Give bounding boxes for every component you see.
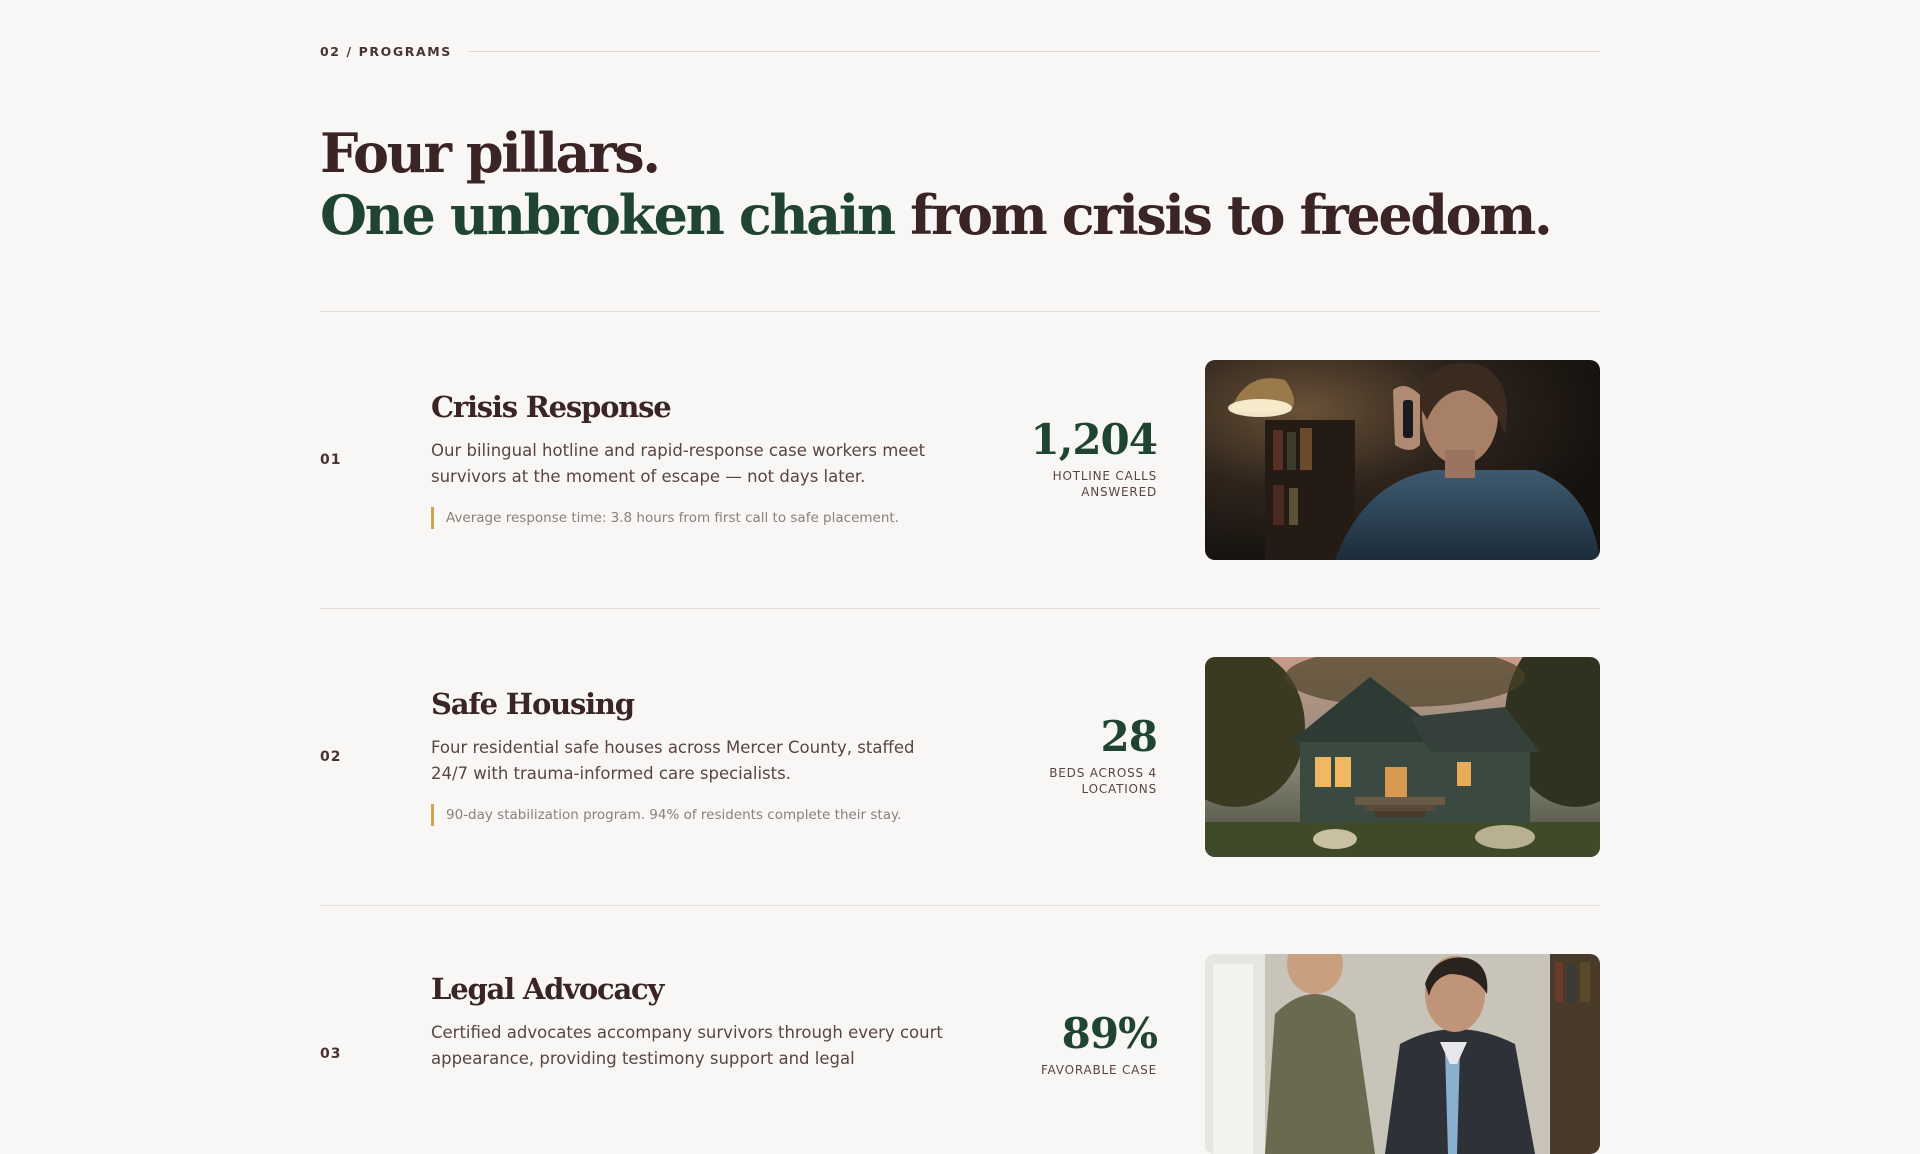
headline-accent: One unbroken chain xyxy=(320,183,896,247)
divider xyxy=(320,905,1600,906)
program-stat: 89% FAVORABLE CASE xyxy=(957,1009,1158,1078)
stat-value: 89% xyxy=(1061,1009,1158,1058)
headline-line-2: One unbroken chain from crisis to freedo… xyxy=(320,184,1600,246)
divider xyxy=(320,608,1600,609)
stat-label-line-1: BEDS ACROSS 4 xyxy=(1049,766,1157,780)
program-title: Legal Advocacy xyxy=(431,972,664,1006)
program-crisis-response: 01 Crisis Response Our bilingual hotline… xyxy=(320,360,1600,560)
program-title: Safe Housing xyxy=(431,687,635,721)
stat-value: 1,204 xyxy=(1030,415,1158,464)
legal-advocates-photo xyxy=(1205,954,1600,1154)
program-stat: 28 BEDS ACROSS 4 LOCATIONS xyxy=(957,712,1158,797)
program-number: 01 xyxy=(320,452,342,468)
woman-on-phone-photo xyxy=(1205,360,1600,560)
section-eyebrow: 02 / PROGRAMS xyxy=(320,44,1600,59)
program-legal-advocacy: 03 Legal Advocacy Certified advocates ac… xyxy=(320,954,1600,1154)
eyebrow-label: 02 / PROGRAMS xyxy=(320,44,452,59)
program-note: Average response time: 3.8 hours from fi… xyxy=(431,507,899,529)
safe-house-photo xyxy=(1205,657,1600,857)
section-headline: Four pillars. One unbroken chain from cr… xyxy=(320,122,1600,246)
stat-label-line-2: LOCATIONS xyxy=(1081,782,1157,796)
stat-value: 28 xyxy=(1100,712,1158,761)
program-description: Four residential safe houses across Merc… xyxy=(431,738,915,783)
stat-label-line-1: FAVORABLE CASE xyxy=(1040,1063,1157,1077)
headline-rest: from crisis to freedom. xyxy=(893,183,1553,247)
divider xyxy=(320,311,1600,312)
program-description: Certified advocates accompany survivors … xyxy=(431,1023,943,1068)
program-safe-housing: 02 Safe Housing Four residential safe ho… xyxy=(320,657,1600,857)
stat-label-line-2: ANSWERED xyxy=(1081,485,1157,499)
program-description: Our bilingual hotline and rapid-response… xyxy=(431,441,926,486)
program-stat: 1,204 HOTLINE CALLS ANSWERED xyxy=(957,415,1158,500)
program-number: 02 xyxy=(320,749,342,765)
headline-line-1: Four pillars. xyxy=(320,121,661,185)
program-title: Crisis Response xyxy=(431,390,672,424)
program-note: 90-day stabilization program. 94% of res… xyxy=(431,804,901,826)
program-number: 03 xyxy=(320,1046,342,1062)
eyebrow-divider xyxy=(467,51,1600,52)
stat-label-line-1: HOTLINE CALLS xyxy=(1052,469,1157,483)
